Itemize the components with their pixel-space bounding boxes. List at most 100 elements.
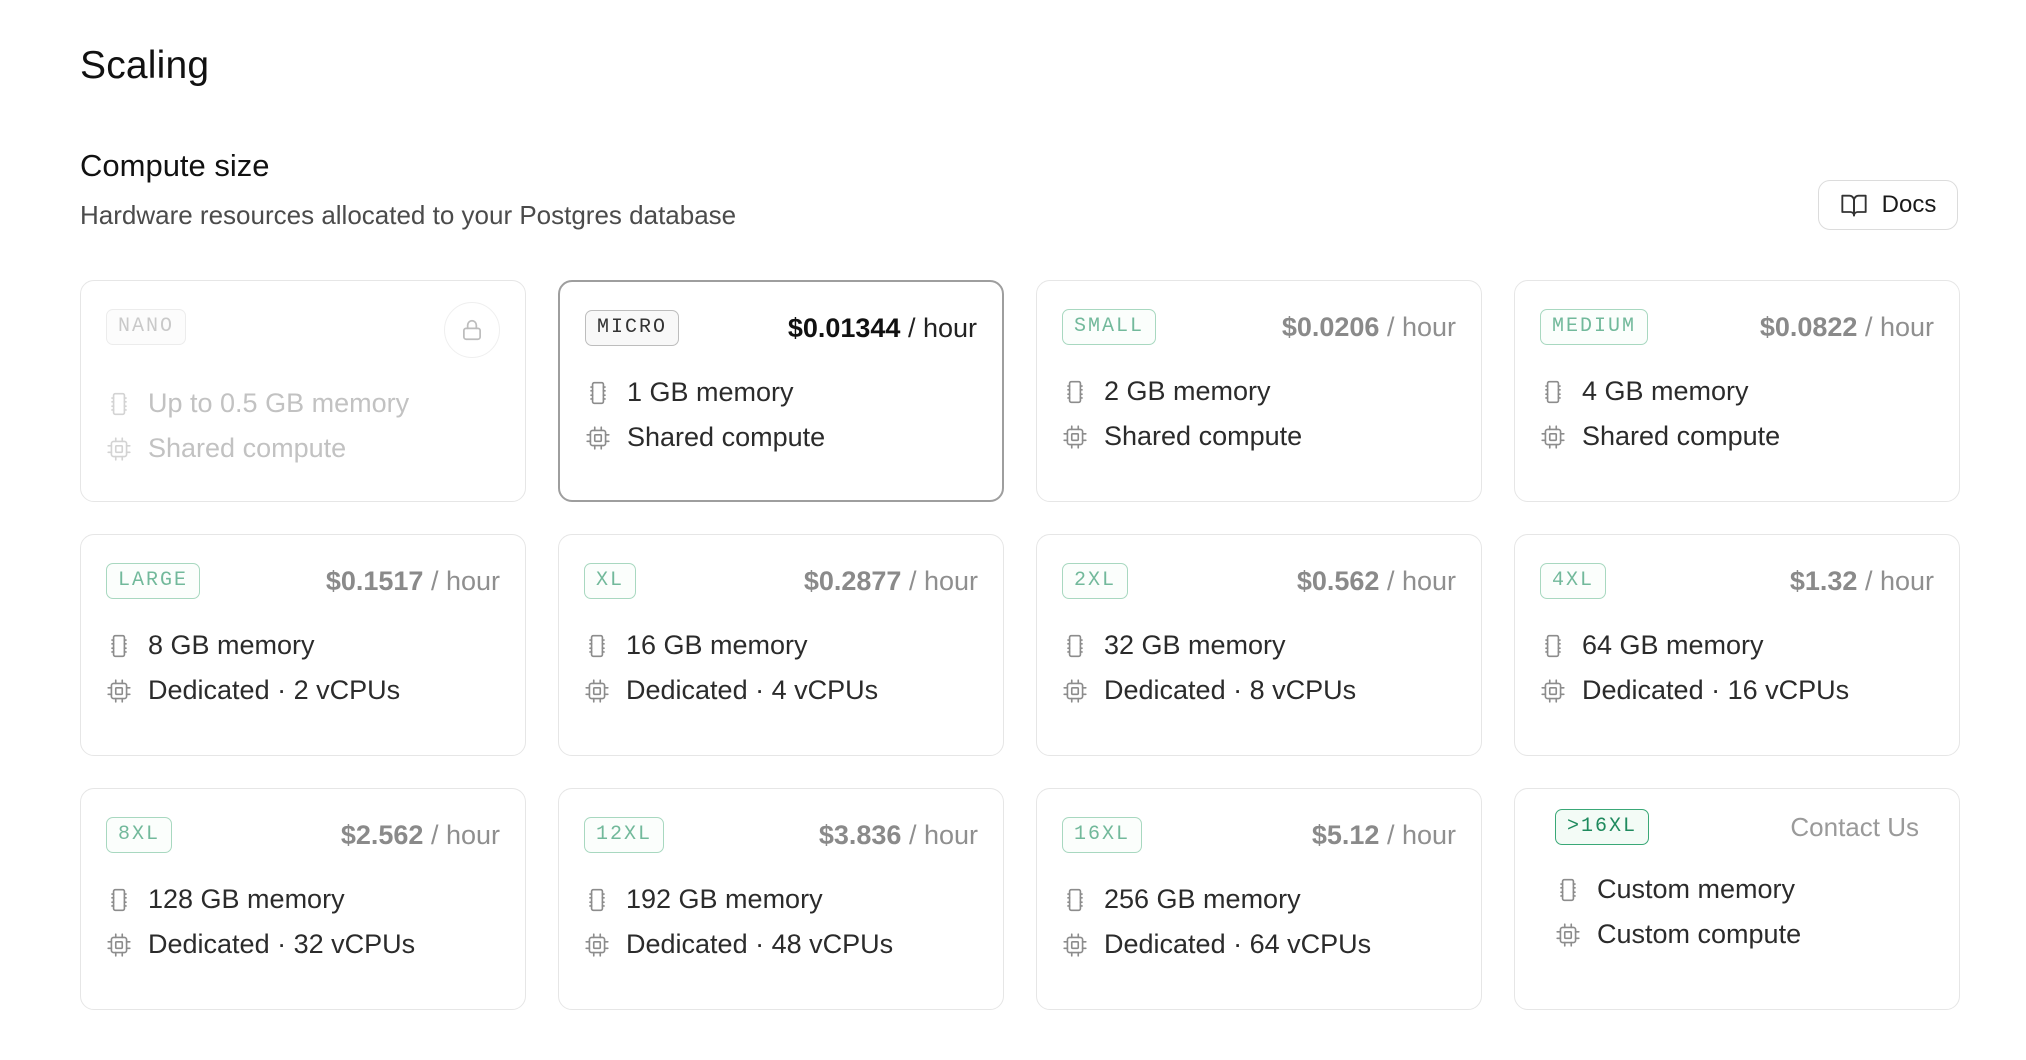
price: $0.01344 / hour — [788, 313, 977, 344]
card-specs: 64 GB memory Dedicated · 16 vCPUs — [1540, 623, 1934, 713]
card-header: LARGE $0.1517 / hour — [106, 561, 500, 601]
compute-card-xl[interactable]: XL $0.2877 / hour 16 GB memory Dedicated… — [558, 534, 1004, 756]
memory-row: Up to 0.5 GB memory — [106, 381, 500, 426]
compute-spec: Shared compute — [627, 422, 826, 452]
size-badge: 4XL — [1540, 563, 1607, 599]
card-header: >16XL Contact Us — [1555, 807, 1934, 847]
memory-row: 192 GB memory — [584, 877, 978, 922]
price-amount: $2.562 — [340, 819, 424, 850]
compute-spec: Shared compute — [1104, 421, 1303, 451]
price-unit: / hour — [430, 565, 500, 596]
size-badge: 8XL — [106, 817, 173, 853]
compute-spec: Dedicated · 16 vCPUs — [1582, 675, 1850, 705]
memory-row: 32 GB memory — [1062, 623, 1456, 668]
compute-row: Dedicated · 16 vCPUs — [1540, 668, 1934, 713]
card-header: NANO — [106, 302, 500, 358]
cpu-icon — [106, 678, 132, 704]
compute-row: Dedicated · 48 vCPUs — [584, 922, 978, 967]
card-specs: 4 GB memory Shared compute — [1540, 369, 1934, 459]
compute-card-16xl[interactable]: 16XL $5.12 / hour 256 GB memory Dedicate… — [1036, 788, 1482, 1010]
memory-stick-icon — [585, 380, 611, 406]
compute-spec: Dedicated · 48 vCPUs — [626, 929, 894, 959]
card-specs: 8 GB memory Dedicated · 2 vCPUs — [106, 623, 500, 713]
price-unit: / hour — [430, 819, 500, 850]
memory-spec: Custom memory — [1597, 874, 1796, 904]
card-specs: Custom memory Custom compute — [1555, 867, 1934, 957]
size-badge: 2XL — [1062, 563, 1129, 599]
compute-card-2xl[interactable]: 2XL $0.562 / hour 32 GB memory Dedicated… — [1036, 534, 1482, 756]
compute-spec: Dedicated · 32 vCPUs — [148, 929, 416, 959]
lock-icon — [444, 302, 500, 358]
memory-spec: 8 GB memory — [148, 630, 315, 660]
memory-spec: 256 GB memory — [1104, 884, 1301, 914]
memory-stick-icon — [584, 633, 610, 659]
compute-card-8xl[interactable]: 8XL $2.562 / hour 128 GB memory Dedicate… — [80, 788, 526, 1010]
price-unit: / hour — [1386, 819, 1456, 850]
cpu-icon — [584, 678, 610, 704]
card-specs: 32 GB memory Dedicated · 8 vCPUs — [1062, 623, 1456, 713]
card-header: 16XL $5.12 / hour — [1062, 815, 1456, 855]
compute-spec: Dedicated · 2 vCPUs — [148, 675, 401, 705]
cpu-icon — [106, 932, 132, 958]
compute-row: Shared compute — [1540, 414, 1934, 459]
memory-row: 64 GB memory — [1540, 623, 1934, 668]
price-amount: $0.01344 — [787, 312, 901, 343]
compute-card-16xl-custom[interactable]: >16XL Contact Us Custom memory Custom co… — [1514, 788, 1960, 1010]
card-header: SMALL $0.0206 / hour — [1062, 307, 1456, 347]
price-unit: / hour — [908, 565, 978, 596]
size-badge: SMALL — [1062, 309, 1157, 345]
contact-us-link[interactable]: Contact Us — [1790, 812, 1919, 843]
compute-size-grid: NANO Up to 0.5 GB memory Shared compute … — [80, 280, 1960, 1010]
compute-card-4xl[interactable]: 4XL $1.32 / hour 64 GB memory Dedicated … — [1514, 534, 1960, 756]
compute-spec: Shared compute — [1582, 421, 1781, 451]
memory-row: 2 GB memory — [1062, 369, 1456, 414]
price-amount: $0.1517 — [325, 565, 424, 596]
price-unit: / hour — [1864, 565, 1934, 596]
compute-row: Dedicated · 32 vCPUs — [106, 922, 500, 967]
memory-stick-icon — [1062, 633, 1088, 659]
docs-label: Docs — [1881, 191, 1937, 218]
price: $0.0206 / hour — [1282, 312, 1456, 343]
price-amount: $0.562 — [1296, 565, 1380, 596]
card-specs: 2 GB memory Shared compute — [1062, 369, 1456, 459]
price-amount: $0.0206 — [1281, 311, 1380, 342]
memory-stick-icon — [1540, 633, 1566, 659]
size-badge: 16XL — [1062, 817, 1143, 853]
memory-row: Custom memory — [1555, 867, 1934, 912]
memory-stick-icon — [106, 633, 132, 659]
cpu-icon — [106, 436, 132, 462]
cpu-icon — [1062, 932, 1088, 958]
compute-card-small[interactable]: SMALL $0.0206 / hour 2 GB memory Shared … — [1036, 280, 1482, 502]
section-description: Hardware resources allocated to your Pos… — [80, 200, 737, 230]
compute-card-micro[interactable]: MICRO $0.01344 / hour 1 GB memory Shared… — [558, 280, 1004, 502]
memory-spec: 128 GB memory — [148, 884, 345, 914]
card-header: XL $0.2877 / hour — [584, 561, 978, 601]
price-amount: $0.0822 — [1759, 311, 1858, 342]
memory-stick-icon — [1555, 877, 1581, 903]
cpu-icon — [1062, 424, 1088, 450]
size-badge: LARGE — [106, 563, 201, 599]
price: $0.562 / hour — [1297, 566, 1456, 597]
compute-row: Dedicated · 2 vCPUs — [106, 668, 500, 713]
compute-card-12xl[interactable]: 12XL $3.836 / hour 192 GB memory Dedicat… — [558, 788, 1004, 1010]
price: $0.2877 / hour — [804, 566, 978, 597]
card-specs: 16 GB memory Dedicated · 4 vCPUs — [584, 623, 978, 713]
memory-stick-icon — [1062, 887, 1088, 913]
compute-card-medium[interactable]: MEDIUM $0.0822 / hour 4 GB memory Shared… — [1514, 280, 1960, 502]
price: $0.0822 / hour — [1760, 312, 1934, 343]
price-unit: / hour — [1864, 311, 1934, 342]
card-header: 12XL $3.836 / hour — [584, 815, 978, 855]
size-badge: MEDIUM — [1540, 309, 1649, 345]
compute-row: Shared compute — [585, 415, 977, 460]
compute-spec: Custom compute — [1597, 919, 1802, 949]
price: $3.836 / hour — [819, 820, 978, 851]
memory-row: 16 GB memory — [584, 623, 978, 668]
docs-button[interactable]: Docs — [1818, 180, 1958, 230]
memory-stick-icon — [584, 887, 610, 913]
card-specs: 128 GB memory Dedicated · 32 vCPUs — [106, 877, 500, 967]
compute-row: Shared compute — [1062, 414, 1456, 459]
compute-card-large[interactable]: LARGE $0.1517 / hour 8 GB memory Dedicat… — [80, 534, 526, 756]
cpu-icon — [1062, 678, 1088, 704]
size-badge: MICRO — [585, 310, 680, 346]
size-badge: XL — [584, 563, 637, 599]
